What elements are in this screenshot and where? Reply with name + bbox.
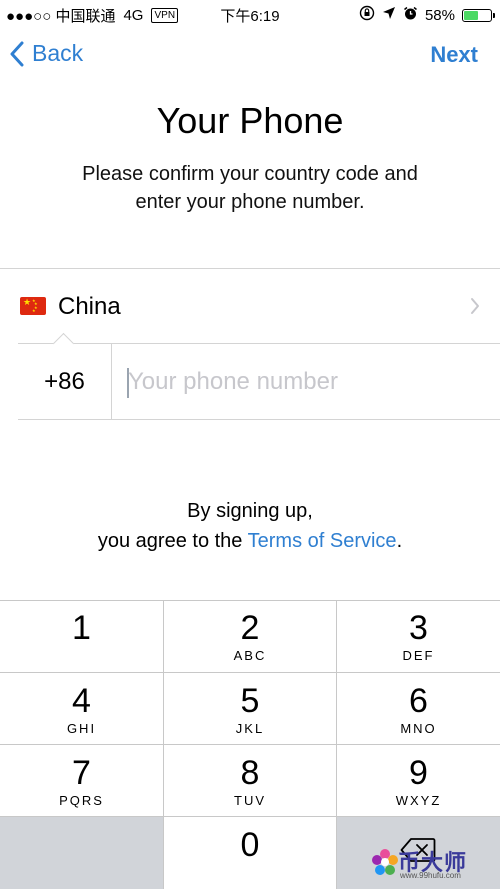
divider	[163, 600, 164, 889]
navigation-bar: Back Next	[0, 30, 500, 82]
key-digit: 4	[72, 682, 91, 720]
key-6[interactable]: 6 MNO	[337, 673, 500, 744]
location-icon	[382, 6, 396, 24]
china-flag-icon: ★ ★ ★ ★ ★	[20, 297, 46, 315]
back-button[interactable]: Back	[10, 40, 83, 67]
flower-logo-icon	[372, 849, 398, 875]
battery-icon	[462, 8, 495, 22]
chevron-left-icon	[10, 41, 24, 66]
numeric-keypad: 1 2 ABC 3 DEF 4 GHI 5 JKL 6 MNO 7 PQRS 8 TUV 9W…	[0, 600, 500, 889]
battery-fill	[464, 10, 479, 20]
status-right: 58%	[359, 5, 495, 25]
key-letters: TUV	[234, 793, 266, 808]
key-1[interactable]: 1	[0, 600, 163, 672]
key-digit: 5	[240, 682, 260, 720]
chevron-right-icon	[471, 298, 479, 314]
key-digit: 6	[409, 682, 428, 720]
key-2[interactable]: 2 ABC	[164, 600, 336, 672]
key-4[interactable]: 4 GHI	[0, 673, 163, 744]
key-5[interactable]: 5 JKL	[164, 673, 336, 744]
key-letters: MNO	[400, 721, 437, 736]
terms-line-2: you agree to the Terms of Service.	[0, 526, 500, 556]
phone-number-input[interactable]	[128, 362, 478, 402]
battery-percent: 58%	[424, 6, 455, 24]
watermark-url: www.99hufu.com	[400, 871, 461, 880]
vpn-badge: VPN	[151, 8, 179, 23]
key-8[interactable]: 8 TUV	[164, 745, 336, 816]
key-digit: 0	[240, 826, 260, 864]
alarm-icon	[403, 6, 418, 25]
key-digit: 3	[409, 609, 428, 647]
watermark-logo: 币大师 www.99hufu.com	[370, 843, 490, 883]
divider	[0, 816, 500, 817]
key-letters: ABC	[233, 648, 267, 663]
phone-entry-row: +86	[0, 344, 500, 420]
rotation-lock-icon	[359, 5, 375, 25]
key-3[interactable]: 3 DEF	[337, 600, 500, 672]
page-title: Your Phone	[156, 100, 344, 141]
terms-notice: By signing up, you agree to the Terms of…	[0, 496, 500, 556]
divider	[0, 672, 500, 673]
key-0[interactable]: 0	[164, 817, 336, 889]
key-7[interactable]: 7 PQRS	[0, 745, 163, 816]
carrier-label: ●●●○○ 中国联通	[6, 8, 116, 25]
country-code-field[interactable]: +86	[18, 344, 112, 419]
country-selector[interactable]: ★ ★ ★ ★ ★ China	[0, 268, 500, 344]
keypad-blank	[0, 817, 163, 889]
terms-line-1: By signing up,	[187, 500, 313, 522]
terms-suffix: .	[396, 530, 403, 552]
key-digit: 1	[72, 609, 91, 647]
back-button-label: Back	[32, 40, 84, 66]
terms-prefix: you agree to the	[97, 530, 248, 552]
key-digit: 2	[240, 609, 260, 647]
terms-of-service-link[interactable]: Terms of Service	[248, 530, 397, 552]
country-name: China	[58, 293, 121, 320]
status-bar: ●●●○○ 中国联通 4G VPN 下午6:19 58%	[0, 0, 500, 30]
key-letters: PQRS	[59, 793, 104, 808]
key-letters: DEF	[402, 648, 435, 663]
key-letters: WXYZ	[395, 793, 442, 808]
key-digit: 9	[409, 754, 428, 792]
network-label: 4G	[123, 7, 144, 24]
key-9[interactable]: 9 WXYZ	[337, 745, 500, 816]
divider	[336, 600, 337, 889]
page-subtitle: Please confirm your country code and ent…	[82, 163, 418, 213]
divider	[0, 744, 500, 745]
status-left: ●●●○○ 中国联通 4G VPN	[6, 5, 179, 26]
key-letters: GHI	[66, 721, 97, 736]
key-digit: 7	[72, 754, 91, 792]
divider	[0, 600, 500, 601]
key-letters: JKL	[235, 721, 265, 736]
key-digit: 8	[240, 754, 260, 792]
divider	[18, 419, 500, 420]
next-button[interactable]: Next	[430, 42, 478, 68]
